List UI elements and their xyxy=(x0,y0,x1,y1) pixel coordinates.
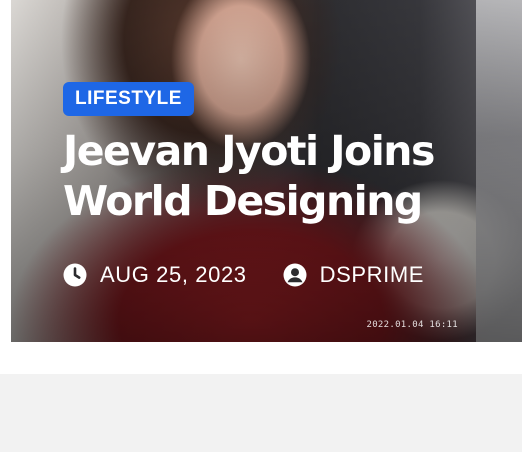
clock-icon xyxy=(63,263,87,287)
post-date[interactable]: AUG 25, 2023 xyxy=(63,262,247,288)
photo-timestamp: 2022.01.04 16:11 xyxy=(366,320,458,330)
post-author[interactable]: DSPRIME xyxy=(283,262,424,288)
featured-post-card[interactable]: LIFESTYLE Jeevan Jyoti Joins World Desig… xyxy=(11,0,522,342)
post-meta: AUG 25, 2023 DSPRIME xyxy=(63,260,424,290)
post-author-label: DSPRIME xyxy=(319,262,425,287)
user-circle-icon xyxy=(283,263,307,287)
post-date-label: AUG 25, 2023 xyxy=(100,262,247,287)
page: LIFESTYLE Jeevan Jyoti Joins World Desig… xyxy=(0,0,522,452)
post-title[interactable]: Jeevan Jyoti Joins World Designing xyxy=(63,126,493,226)
category-badge[interactable]: LIFESTYLE xyxy=(63,82,194,116)
